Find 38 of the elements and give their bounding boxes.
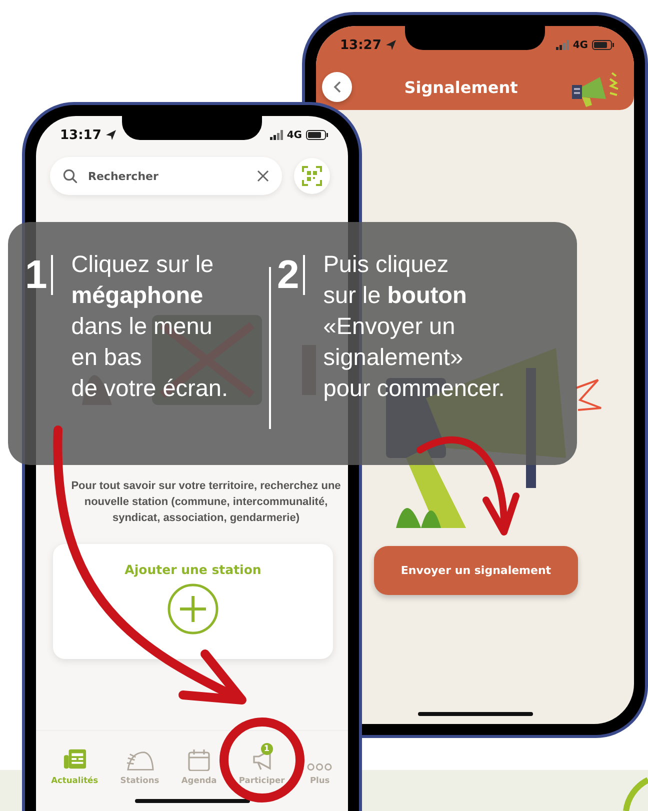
network-label: 4G [286, 130, 302, 140]
tab-item[interactable]: Plus [306, 757, 333, 785]
signal-icon [556, 40, 569, 50]
battery-icon [592, 40, 614, 50]
newspaper-icon [62, 747, 87, 771]
more-icon [306, 763, 333, 771]
network-label: 4G [572, 40, 588, 50]
step-number: 1 [25, 255, 54, 295]
signal-icon [270, 130, 283, 140]
close-icon [257, 170, 269, 182]
tab-item[interactable]: Stations [120, 745, 160, 785]
calendar-icon [188, 749, 210, 771]
plus-icon [167, 583, 219, 635]
status-time: 13:17 [60, 128, 102, 142]
step-instruction: Puis cliquez sur le bouton «Envoyer un signalement» pour commencer. [323, 250, 505, 403]
tab-item[interactable]: Actualités [51, 741, 98, 785]
back-button[interactable] [322, 72, 352, 102]
notification-badge: 1 [260, 743, 273, 755]
location-icon [105, 129, 118, 141]
step-instruction: Cliquez sur le mégaphone dans le menu en bas de votre écran. [71, 250, 228, 403]
info-message: Pour tout savoir sur votre territoire, recherchez une nouvelle station (commune, intercommunalité, syndicat, association, gendarmerie) [70, 479, 342, 526]
battery-icon [306, 130, 328, 140]
search-icon [63, 169, 77, 183]
hedgehog-icon [126, 751, 154, 771]
decorative-arc [622, 776, 648, 811]
qr-scan-button[interactable] [294, 158, 330, 194]
send-report-button[interactable]: Envoyer un signalement [374, 546, 578, 595]
screen-title: Signalement [404, 78, 518, 96]
chevron-left-icon [332, 80, 342, 94]
tab-item[interactable]: Participer 1 [238, 743, 285, 785]
qr-code-icon [302, 166, 322, 186]
card-title: Ajouter une station [124, 562, 262, 577]
add-button[interactable] [167, 583, 219, 635]
step-number: 2 [277, 255, 306, 295]
location-icon [385, 39, 398, 51]
status-time: 13:27 [340, 38, 382, 52]
tab-item[interactable]: Agenda [181, 743, 217, 785]
search-field[interactable]: Rechercher [50, 157, 282, 195]
